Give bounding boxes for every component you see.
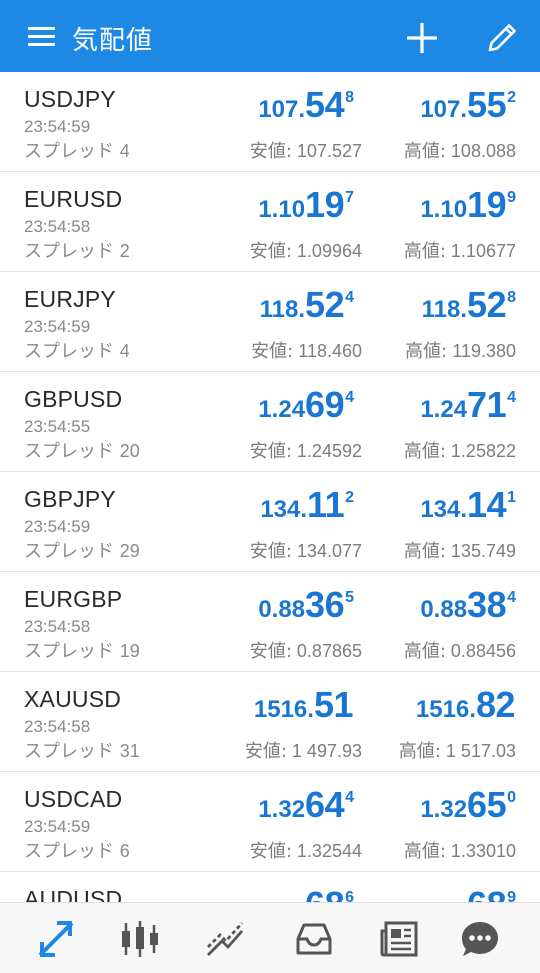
bid-price[interactable]: 1.10197 — [258, 184, 354, 226]
add-symbol-button[interactable] — [400, 18, 444, 58]
plus-icon — [407, 23, 437, 53]
spread-value: スプレッド 20 — [24, 441, 140, 462]
tab-chat[interactable] — [458, 917, 502, 961]
symbol-name: GBPJPY — [24, 486, 116, 512]
bottom-navigation — [0, 902, 540, 973]
ask-price[interactable]: 118.528 — [422, 284, 516, 326]
low-price: 安値: 118.460 — [251, 341, 362, 362]
quote-time: 23:54:59 — [24, 317, 91, 336]
low-price: 安値: 1.24592 — [249, 441, 362, 462]
tab-quotes[interactable] — [34, 917, 78, 961]
quote-row[interactable]: EURJPY 23:54:59 スプレッド 4 118.524 118.528 … — [0, 272, 540, 372]
quote-time: 23:54:58 — [24, 617, 91, 636]
ask-price[interactable]: 689 — [467, 884, 516, 902]
high-price: 高値: 0.88456 — [403, 641, 516, 662]
tab-trade[interactable] — [204, 917, 248, 961]
trade-chart-icon — [207, 922, 244, 956]
quote-time: 23:54:59 — [24, 517, 91, 536]
spread-value: スプレッド 19 — [24, 641, 140, 662]
symbol-name: USDCAD — [24, 786, 123, 812]
quote-time: 23:54:55 — [24, 417, 91, 436]
bid-price[interactable]: 1516.51 — [254, 684, 354, 726]
symbol-name: AUDUSD — [24, 886, 123, 902]
bid-price[interactable]: 686 — [305, 884, 354, 902]
symbol-name: EURGBP — [24, 586, 123, 612]
ask-price[interactable]: 107.552 — [420, 84, 516, 126]
bid-price[interactable]: 1.24694 — [258, 384, 354, 426]
spread-value: スプレッド 31 — [24, 741, 140, 762]
spread-value: スプレッド 6 — [24, 841, 130, 862]
quote-row[interactable]: GBPJPY 23:54:59 スプレッド 29 134.112 134.141… — [0, 472, 540, 572]
quote-row[interactable]: EURGBP 23:54:58 スプレッド 19 0.88365 0.88384… — [0, 572, 540, 672]
high-price: 高値: 1 517.03 — [398, 741, 516, 762]
bid-price[interactable]: 118.524 — [260, 284, 354, 326]
spread-value: スプレッド 29 — [24, 541, 140, 562]
quote-time: 23:54:58 — [24, 217, 91, 236]
high-price: 高値: 119.380 — [405, 341, 516, 362]
edit-button[interactable] — [480, 18, 524, 58]
spread-value: スプレッド 2 — [24, 241, 130, 262]
quote-row[interactable]: XAUUSD 23:54:58 スプレッド 31 1516.51 1516.82… — [0, 672, 540, 772]
ask-price[interactable]: 1516.82 — [416, 684, 516, 726]
candlestick-chart-icon — [122, 921, 158, 957]
bid-price[interactable]: 0.88365 — [258, 584, 354, 626]
pencil-icon — [488, 24, 516, 52]
low-price: 安値: 1.09964 — [249, 241, 362, 262]
quote-row[interactable]: GBPUSD 23:54:55 スプレッド 20 1.24694 1.24714… — [0, 372, 540, 472]
low-price: 安値: 134.077 — [249, 541, 362, 562]
page-title: 気配値 — [72, 26, 154, 56]
ask-price[interactable]: 1.24714 — [420, 384, 516, 426]
menu-icon[interactable] — [22, 22, 62, 52]
spread-value: スプレッド 4 — [24, 141, 130, 162]
quotes-arrows-icon — [38, 921, 74, 957]
symbol-name: GBPUSD — [24, 386, 123, 412]
low-price: 安値: 1.32544 — [249, 841, 362, 862]
symbol-name: USDJPY — [24, 86, 116, 112]
ask-price[interactable]: 1.10199 — [420, 184, 516, 226]
symbol-name: EURUSD — [24, 186, 123, 212]
quote-row[interactable]: EURUSD 23:54:58 スプレッド 2 1.10197 1.10199 … — [0, 172, 540, 272]
high-price: 高値: 1.10677 — [403, 241, 516, 262]
symbol-name: EURJPY — [24, 286, 116, 312]
low-price: 安値: 0.87865 — [249, 641, 362, 662]
tab-news[interactable] — [378, 917, 422, 961]
low-price: 安値: 107.527 — [249, 141, 362, 162]
high-price: 高値: 1.33010 — [403, 841, 516, 862]
bid-price[interactable]: 134.112 — [260, 484, 354, 526]
quote-time: 23:54:58 — [24, 717, 91, 736]
quotes-list: USDJPY 23:54:59 スプレッド 4 107.548 107.552 … — [0, 72, 540, 902]
chat-bubble-icon — [462, 922, 498, 956]
ask-price[interactable]: 0.88384 — [420, 584, 516, 626]
low-price: 安値: 1 497.93 — [244, 741, 362, 762]
tab-charts[interactable] — [118, 917, 162, 961]
news-icon — [380, 921, 418, 957]
quote-row[interactable]: USDJPY 23:54:59 スプレッド 4 107.548 107.552 … — [0, 72, 540, 172]
symbol-name: XAUUSD — [24, 686, 122, 712]
high-price: 高値: 135.749 — [403, 541, 516, 562]
app-bar: 気配値 — [0, 0, 540, 72]
ask-price[interactable]: 134.141 — [420, 484, 516, 526]
high-price: 高値: 108.088 — [403, 141, 516, 162]
spread-value: スプレッド 4 — [24, 341, 130, 362]
quote-time: 23:54:59 — [24, 117, 91, 136]
high-price: 高値: 1.25822 — [403, 441, 516, 462]
quote-row[interactable]: USDCAD 23:54:59 スプレッド 6 1.32644 1.32650 … — [0, 772, 540, 872]
ask-price[interactable]: 1.32650 — [420, 784, 516, 826]
bid-price[interactable]: 1.32644 — [258, 784, 354, 826]
quote-time: 23:54:59 — [24, 817, 91, 836]
tab-history[interactable] — [292, 917, 336, 961]
inbox-tray-icon — [296, 923, 332, 955]
bid-price[interactable]: 107.548 — [258, 84, 354, 126]
quote-row[interactable]: AUDUSD 686 689 — [0, 872, 540, 902]
